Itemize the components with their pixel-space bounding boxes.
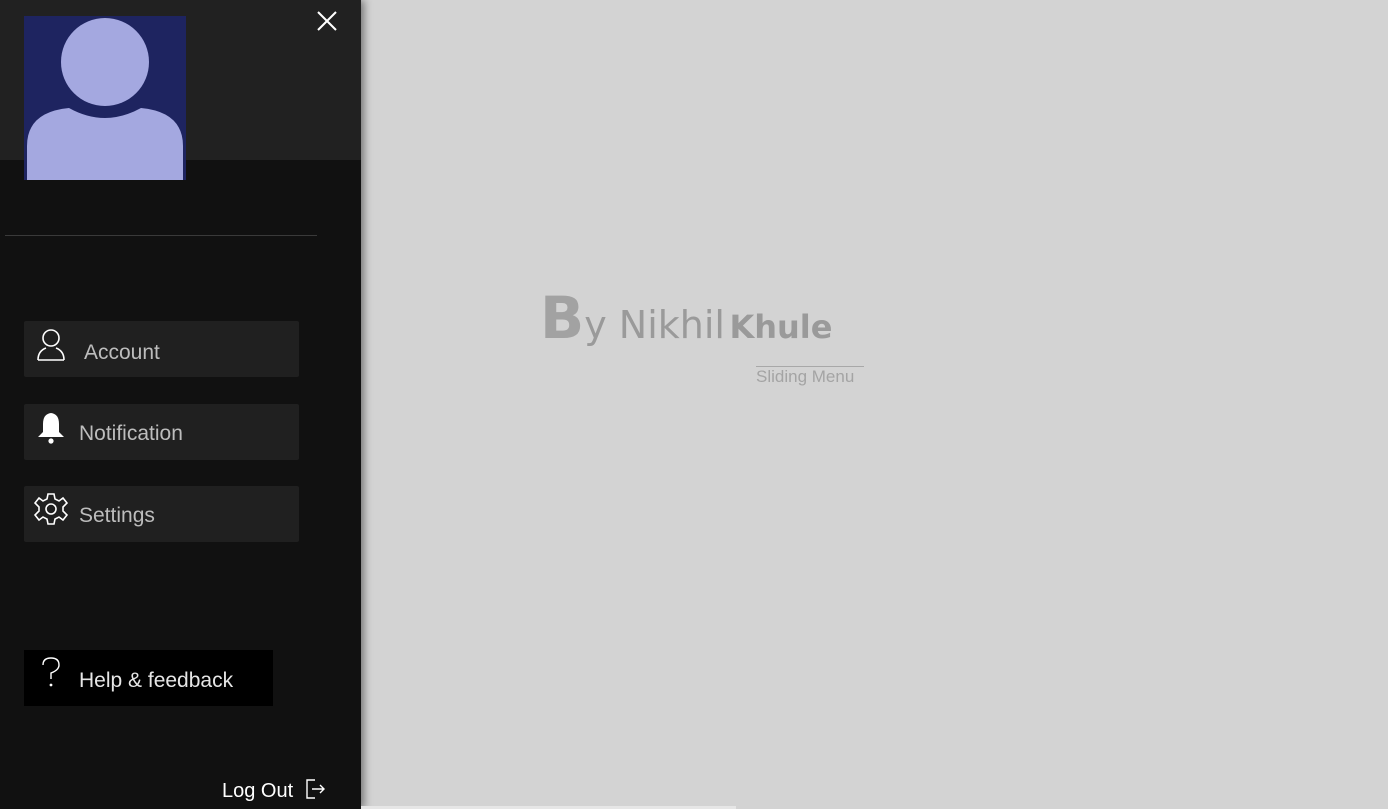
gear-icon [33, 492, 69, 528]
page: Account Notification Settings Help & fee… [0, 0, 1388, 809]
author-credit: By Nikhil Khule [540, 284, 832, 352]
menu-item-settings[interactable]: Settings [24, 486, 299, 542]
bell-icon [34, 410, 68, 446]
menu-item-label: Settings [79, 504, 155, 527]
sliding-sidebar: Account Notification Settings Help & fee… [0, 0, 361, 809]
user-icon [34, 327, 68, 363]
credit-name: y Nikhil [584, 303, 725, 347]
question-icon [38, 656, 64, 690]
sidebar-divider [5, 235, 317, 236]
page-subtitle: Sliding Menu [756, 367, 855, 386]
close-icon [317, 11, 337, 31]
menu-item-label: Notification [79, 422, 183, 445]
help-feedback-label: Help & feedback [79, 669, 234, 692]
close-button[interactable] [314, 8, 340, 34]
logout-button[interactable]: Log Out [222, 776, 332, 806]
logout-icon [304, 778, 326, 800]
help-feedback-button[interactable]: Help & feedback [24, 650, 273, 706]
credit-surname: Khule [729, 308, 833, 346]
user-avatar-icon [24, 16, 186, 180]
menu-item-label: Account [84, 341, 160, 364]
menu-item-account[interactable]: Account [24, 321, 299, 377]
menu-item-notification[interactable]: Notification [24, 404, 299, 460]
credit-initial: B [540, 284, 585, 352]
logout-label: Log Out [222, 780, 294, 802]
